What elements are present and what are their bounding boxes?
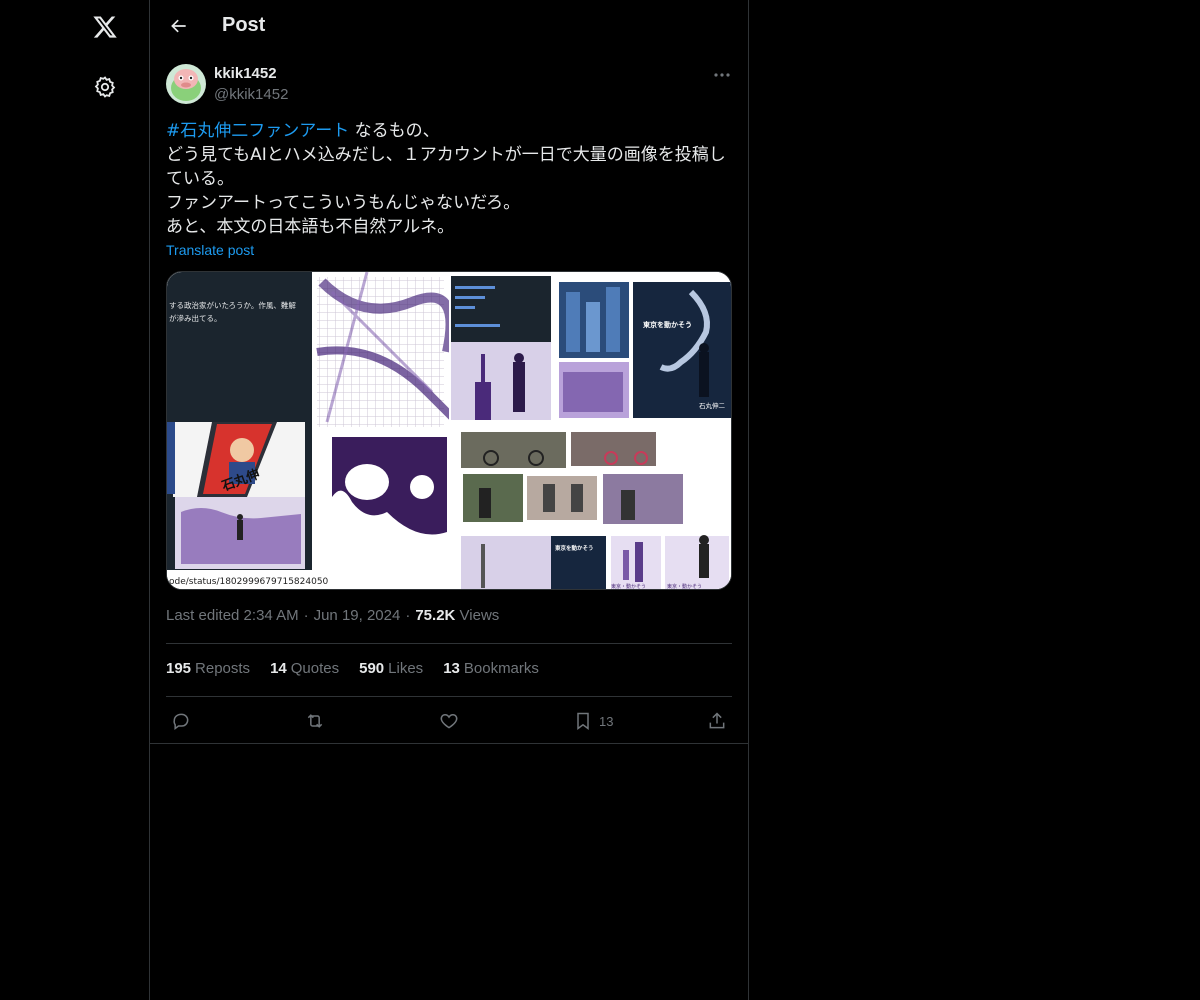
like-button[interactable] <box>439 707 459 735</box>
likes-label: Likes <box>388 660 424 677</box>
author-display-name[interactable]: kkik1452 <box>214 65 277 82</box>
media-1-text: が滲み出てる。 <box>169 313 222 323</box>
engagement-stats: 195 Reposts 14 Quotes 590 Likes 13 Bookmarks <box>166 660 539 677</box>
media-image-1[interactable]: する政治家がいたろうか。作風、難解 が滲み出てる。 石丸伸 ode/status… <box>167 272 449 589</box>
share-button[interactable] <box>707 707 727 735</box>
media-image-2[interactable]: 東京を動かそう 石丸伸二 <box>451 272 731 430</box>
heart-icon <box>440 713 458 729</box>
bookmarks-stat[interactable]: 13 Bookmarks <box>443 660 539 677</box>
reposts-stat[interactable]: 195 Reposts <box>166 660 250 677</box>
repost-icon <box>307 714 323 728</box>
quotes-stat[interactable]: 14 Quotes <box>270 660 339 677</box>
bookmarks-count: 13 <box>443 660 460 677</box>
post-media-grid[interactable]: する政治家がいたろうか。作風、難解 が滲み出てる。 石丸伸 ode/status… <box>166 271 732 590</box>
gear-icon[interactable] <box>85 67 125 107</box>
edited-timestamp[interactable]: Last edited 2:34 AM <box>166 607 299 624</box>
media-3-poster-text: 東京を動かそう <box>555 544 594 552</box>
views-label: Views <box>459 607 500 624</box>
bookmark-button[interactable]: 13 <box>573 707 613 735</box>
reply-icon <box>173 713 189 730</box>
x-logo-icon[interactable] <box>85 7 125 47</box>
bookmark-icon <box>577 712 589 730</box>
post-text: #石丸伸二ファンアート なるもの、 どう見てもAIとハメ込みだし、１アカウントが… <box>166 119 736 239</box>
bookmark-count: 13 <box>599 713 614 729</box>
post-date[interactable]: Jun 19, 2024 <box>314 607 401 624</box>
likes-stat[interactable]: 590 Likes <box>359 660 423 677</box>
views-count: 75.2K <box>415 607 456 624</box>
media-1-caption: ode/status/1802999679715824050 <box>169 577 329 587</box>
reposts-label: Reposts <box>195 660 251 677</box>
post-author: kkik1452 @kkik1452 <box>166 63 734 107</box>
translate-post-link[interactable]: Translate post <box>166 242 254 258</box>
post-text-line: ている。 <box>166 169 234 189</box>
divider <box>166 696 732 697</box>
media-1-text: する政治家がいたろうか。作風、難解 <box>169 300 296 310</box>
quotes-label: Quotes <box>290 660 340 677</box>
reposts-count: 195 <box>166 660 192 677</box>
more-horizontal-icon[interactable] <box>710 65 734 85</box>
post-text-line: なるもの、 <box>349 121 440 141</box>
arrow-left-icon[interactable] <box>162 9 196 43</box>
media-3-banner-text: 東京・動かそう <box>667 583 702 590</box>
likes-count: 590 <box>359 660 385 677</box>
bookmarks-label: Bookmarks <box>463 660 539 677</box>
media-3-banner-text: 東京・動かそう <box>611 583 646 590</box>
page-title: Post <box>222 14 266 36</box>
media-2-poster-name: 石丸伸二 <box>699 401 726 410</box>
share-icon <box>709 712 725 729</box>
hashtag-link[interactable]: #石丸伸二ファンアート <box>166 121 349 141</box>
post-text-line: ファンアートってこういうもんじゃないだろ。 <box>166 193 521 213</box>
left-nav <box>0 0 149 1000</box>
post-header: Post <box>150 0 748 53</box>
post-bottom-border <box>150 743 748 744</box>
post-text-line: あと、本文の日本語も不自然アルネ。 <box>166 217 455 237</box>
media-2-poster-title: 東京を動かそう <box>643 320 692 329</box>
post-meta: Last edited 2:34 AM · Jun 19, 2024 · 75.2K V… <box>166 607 500 624</box>
avatar[interactable] <box>166 64 206 104</box>
quotes-count: 14 <box>270 660 287 677</box>
media-image-3[interactable]: 東京を動かそう 東京・動かそう 東京・動かそう <box>451 432 731 590</box>
repost-button[interactable] <box>304 707 326 735</box>
divider <box>166 643 732 644</box>
post-actions: 13 <box>166 707 732 735</box>
post-text-line: どう見てもAIとハメ込みだし、１アカウントが一日で大量の画像を投稿し <box>166 145 726 165</box>
post-column: Post kkik1452 @kkik1452 #石丸伸二ファンアート なるもの… <box>149 0 749 1000</box>
author-handle[interactable]: @kkik1452 <box>214 86 288 103</box>
reply-button[interactable] <box>171 707 191 735</box>
